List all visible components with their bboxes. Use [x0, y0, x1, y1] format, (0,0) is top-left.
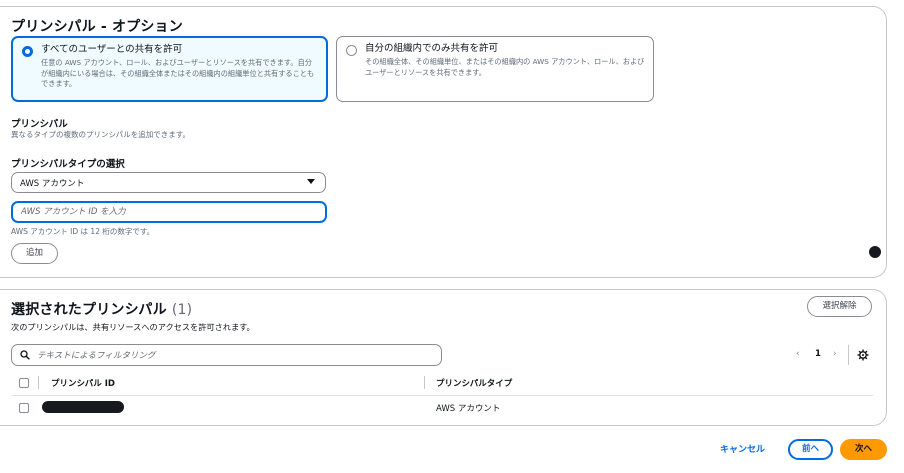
account-id-input[interactable] [11, 201, 327, 223]
search-icon [20, 350, 30, 360]
row-checkbox[interactable] [19, 403, 29, 413]
selected-title-text: 選択されたプリンシパル [11, 302, 167, 318]
tile-description: その組織全体、その組織単位、またはその組織内の AWS アカウント、ロール、およ… [365, 57, 645, 77]
add-button[interactable]: 追加 [11, 243, 58, 264]
filter-input[interactable]: テキストによるフィルタリング [11, 344, 442, 366]
select-all-checkbox[interactable] [19, 378, 29, 388]
select-value: AWS アカウント [20, 179, 85, 189]
account-id-hint: AWS アカウント ID は 12 桁の数字です。 [11, 227, 155, 236]
share-with-anyone-tile[interactable]: すべてのユーザーとの共有を許可 任意の AWS アカウント、ロール、およびユーザ… [11, 36, 328, 102]
selected-panel-description: 次のプリンシパルは、共有リソースへのアクセスを許可されます。 [11, 322, 255, 332]
principal-description: 異なるタイプの複数のプリンシパルを追加できます。 [11, 130, 191, 139]
filter-placeholder: テキストによるフィルタリング [37, 351, 156, 361]
column-divider [38, 376, 39, 389]
radio-unselected-icon[interactable] [346, 45, 357, 56]
cancel-button[interactable]: キャンセル [720, 442, 765, 455]
principal-label: プリンシパル [11, 119, 68, 130]
tile-description: 任意の AWS アカウント、ロール、およびユーザーとリソースを共有できます。自分… [41, 58, 315, 88]
radio-selected-icon[interactable] [22, 46, 33, 57]
principal-type-cell: AWS アカウント [436, 404, 501, 414]
redacted-principal-id [42, 401, 124, 413]
tile-title: 自分の組織内でのみ共有を許可 [365, 43, 499, 54]
chevron-right-icon[interactable]: › [833, 349, 837, 359]
share-within-org-tile[interactable]: 自分の組織内でのみ共有を許可 その組織全体、その組織単位、またはその組織内の A… [336, 36, 654, 102]
header-separator [11, 395, 873, 396]
column-header-principal-type[interactable]: プリンシパルタイプ [436, 377, 512, 389]
tile-title: すべてのユーザーとの共有を許可 [41, 44, 183, 55]
selected-count: (1) [171, 302, 193, 318]
chevron-left-icon[interactable]: ‹ [796, 349, 800, 359]
principal-type-label: プリンシパルタイプの選択 [11, 159, 125, 170]
column-divider [424, 376, 425, 389]
previous-button[interactable]: 前へ [788, 439, 833, 460]
next-button[interactable]: 次へ [840, 439, 887, 460]
selected-panel-title: 選択されたプリンシパル (1) [11, 299, 192, 319]
caret-down-icon [307, 179, 315, 184]
settings-gear-icon[interactable] [857, 349, 869, 361]
principal-type-select[interactable]: AWS アカウント [11, 172, 326, 193]
feedback-dot-icon[interactable] [869, 246, 881, 258]
page-number[interactable]: 1 [815, 349, 821, 359]
options-panel-title: プリンシパル - オプション [11, 19, 183, 35]
column-header-principal-id[interactable]: プリンシパル ID [51, 377, 115, 389]
clear-selection-button[interactable]: 選択解除 [807, 296, 872, 317]
pager-divider [848, 345, 849, 365]
